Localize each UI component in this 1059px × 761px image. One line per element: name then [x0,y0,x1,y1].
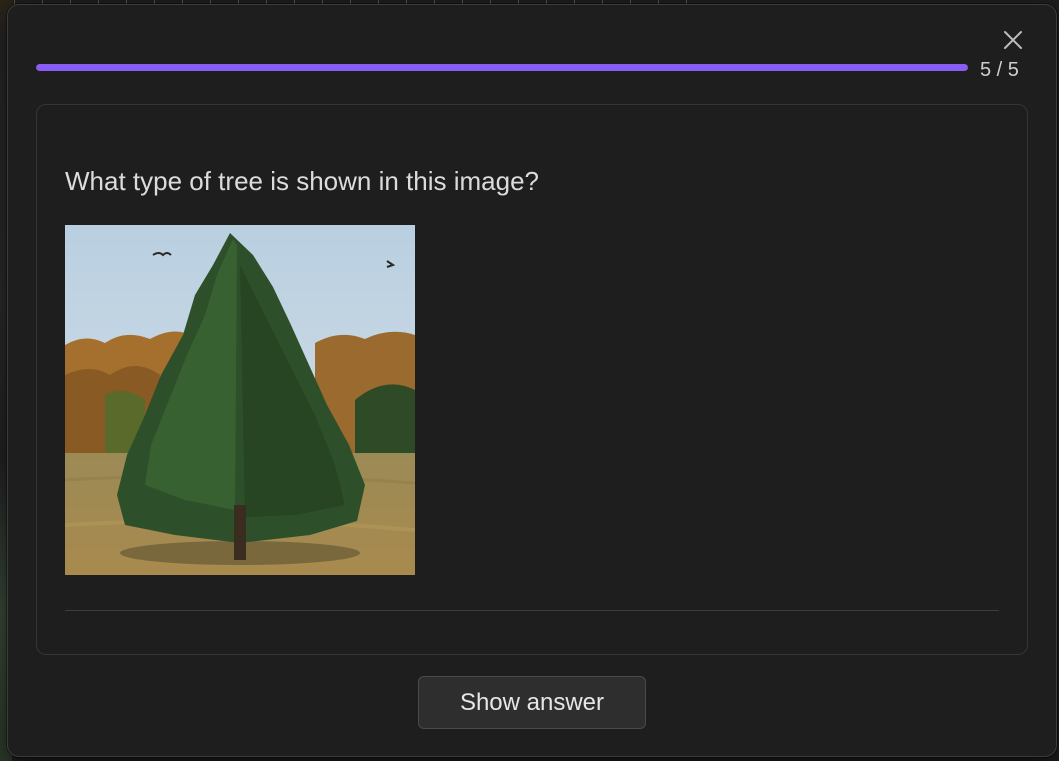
flashcard-modal: 5 / 5 What type of tree is shown in this… [7,4,1057,757]
close-button[interactable] [999,26,1027,54]
progress-bar [36,64,968,71]
progress-fill [36,64,968,71]
question-text: What type of tree is shown in this image… [65,166,540,196]
tree-photo [65,225,415,575]
card-divider [65,610,999,611]
question-card: What type of tree is shown in this image… [36,104,1028,655]
progress-label: 5 / 5 [980,59,1019,81]
show-answer-button[interactable]: Show answer [418,676,646,729]
close-icon [1004,31,1022,49]
